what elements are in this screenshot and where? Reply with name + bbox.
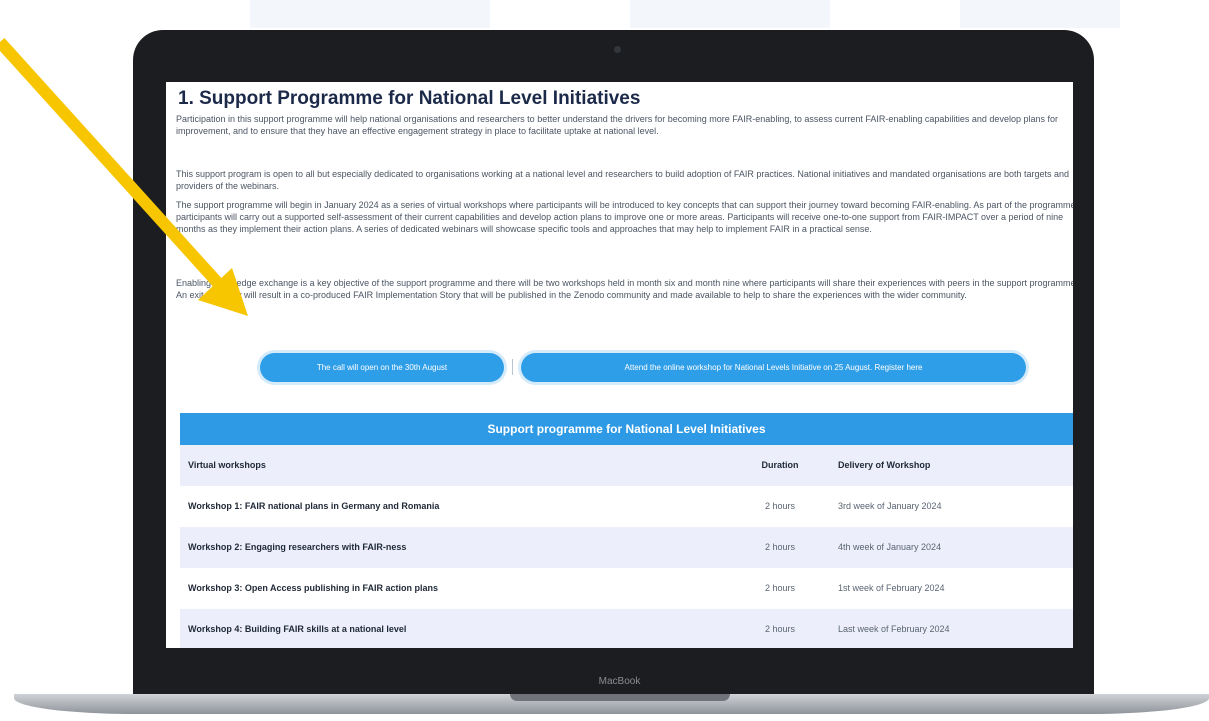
arrow-icon	[0, 37, 248, 316]
